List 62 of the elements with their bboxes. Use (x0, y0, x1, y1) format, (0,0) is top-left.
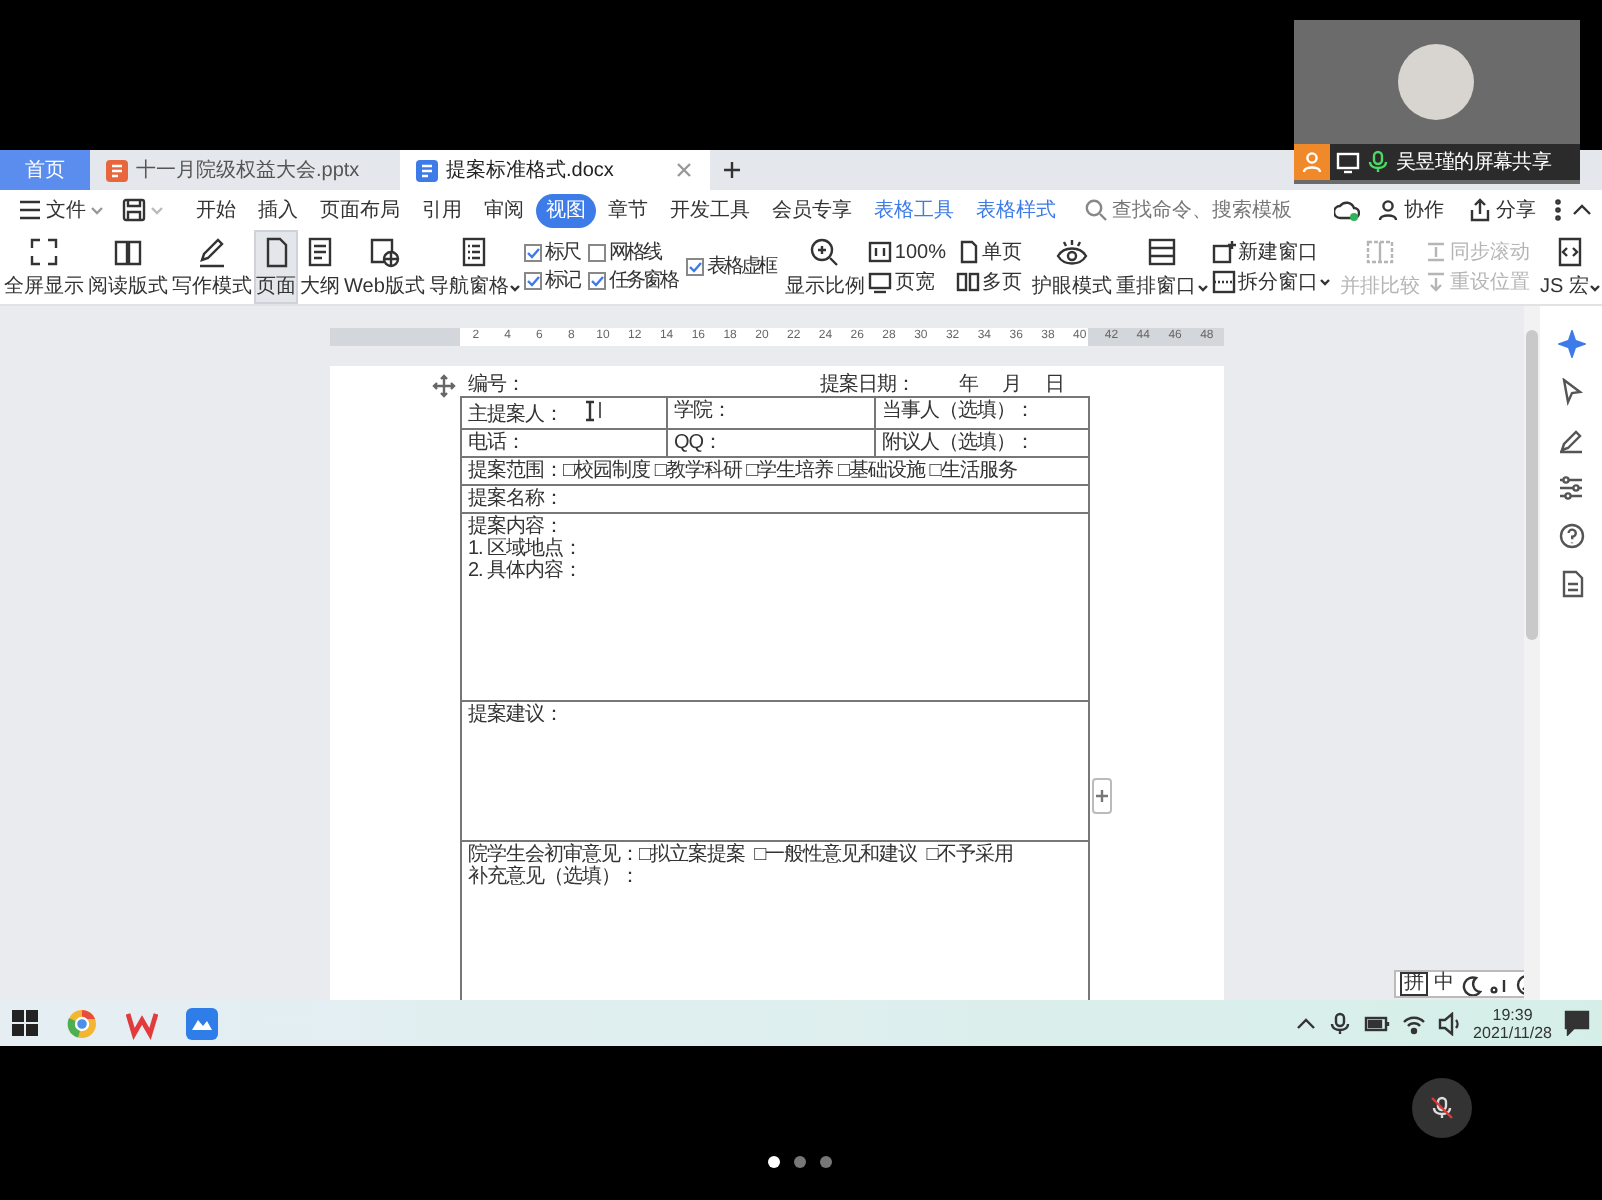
toolbar-button[interactable]: 护眼模式 (1029, 230, 1114, 304)
language-button[interactable]: 中 (1434, 974, 1454, 994)
toolbar-button[interactable]: 显示比例 (782, 230, 867, 304)
share-button[interactable]: 分享 (1460, 193, 1544, 227)
form-label: 院学生会初审意见：□拟立案提案 □一般性意见和建议 □不予采用 (468, 844, 1016, 866)
toolbar-button[interactable]: 100% (868, 240, 946, 264)
ribbon-tab[interactable]: 表格样式 (966, 193, 1066, 227)
search-field[interactable]: 查找命令、搜索模板 (1112, 195, 1332, 225)
toolbar-button[interactable]: 阅读版式 (86, 230, 170, 304)
form-label: 提案日期： (820, 374, 915, 396)
form-label: 补充意见（选填）： (468, 866, 641, 888)
toolbar-button[interactable]: 页面 (254, 230, 298, 304)
form-label: 1. 区域地点： (468, 538, 585, 560)
ribbon-tab[interactable]: 会员专享 (762, 193, 862, 227)
form-label: 提案建议： (468, 704, 565, 726)
presenter-name: 吴昱瑾的屏幕共享 (1396, 149, 1552, 177)
form-label: 提案内容： (468, 516, 565, 538)
toolbar-button[interactable]: 写作模式 (170, 230, 254, 304)
checkbox-label[interactable]: 任务窗格 (608, 270, 677, 292)
ribbon-tab[interactable]: 页面布局 (310, 193, 410, 227)
checkbox-label[interactable]: 网格线 (608, 242, 660, 264)
toolbar-button[interactable]: JS 宏 (1537, 230, 1602, 304)
ribbon-tab[interactable]: 插入 (248, 193, 308, 227)
form-label: 学院： (674, 400, 731, 422)
form-label: 当事人（选填）： (882, 400, 1034, 422)
file-menu[interactable]: 文件 (10, 193, 112, 227)
toolbar-button[interactable]: 重排窗口 (1113, 230, 1210, 304)
collaborate-button[interactable]: 协作 (1368, 193, 1452, 227)
document-tab[interactable]: 提案标准格式.docx (400, 150, 710, 190)
form-label: 年 (959, 374, 978, 396)
ribbon-tab[interactable]: 章节 (598, 193, 658, 227)
form-label: 月 (1002, 374, 1021, 396)
toolbar-button[interactable]: Web版式 (342, 230, 427, 304)
toolbar-button[interactable]: 新建窗口 (1211, 240, 1330, 264)
clock-time[interactable]: 19:39 (1473, 1005, 1552, 1023)
ribbon-tab[interactable]: 引用 (412, 193, 472, 227)
toolbar-button[interactable]: 导航窗格 (426, 230, 523, 304)
checkbox-label[interactable]: 表格虚框 (706, 256, 775, 278)
toolbar-button[interactable]: 大纲 (298, 230, 342, 304)
toolbar-button[interactable]: 多页 (955, 270, 1022, 294)
toolbar-button[interactable]: 全屏显示 (2, 230, 86, 304)
clock-date[interactable]: 2021/11/28 (1473, 1023, 1552, 1041)
form-label: 日 (1045, 374, 1064, 396)
ribbon-tab[interactable]: 视图 (536, 193, 596, 227)
form-label: 主提案人： (468, 404, 563, 426)
document-tab[interactable]: 十一月院级权益大会.pptx (90, 150, 400, 190)
toolbar-button[interactable]: 拆分窗口 (1211, 270, 1330, 294)
toolbar-button[interactable]: 页宽 (868, 270, 946, 294)
form-label: 编号： (468, 374, 525, 396)
form-label: 提案范围：□校园制度 □教学科研 □学生培养 □基础设施 □生活服务 (468, 460, 1019, 482)
checkbox-label[interactable]: 标尺 (544, 242, 579, 264)
ribbon-tab[interactable]: 开始 (186, 193, 246, 227)
form-label: 附议人（选填）： (882, 432, 1034, 454)
form-label: 电话： (468, 432, 525, 454)
ribbon-tab[interactable]: 表格工具 (864, 193, 964, 227)
ribbon-tab[interactable]: 开发工具 (660, 193, 760, 227)
form-label: 2. 具体内容： (468, 560, 585, 582)
toolbar-button[interactable]: 单页 (955, 240, 1022, 264)
checkbox-label[interactable]: 标记 (544, 270, 579, 292)
ribbon-tab[interactable]: 审阅 (474, 193, 534, 227)
form-label: 提案名称： (468, 488, 565, 510)
form-label: QQ： (674, 432, 723, 454)
